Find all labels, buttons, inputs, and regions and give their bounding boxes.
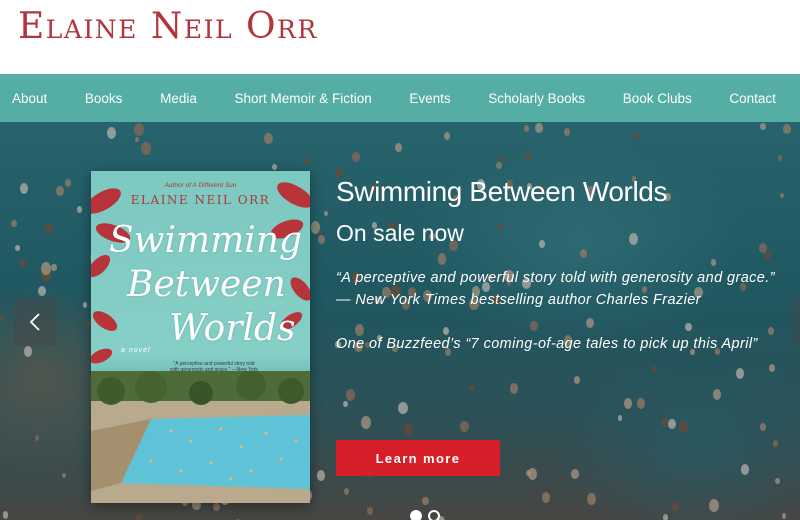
- carousel-dots: [410, 510, 440, 520]
- chevron-left-icon: [29, 313, 40, 331]
- carousel-dot-2[interactable]: [428, 510, 440, 520]
- nav-item-book-clubs[interactable]: Book Clubs: [623, 91, 692, 106]
- slide-quote: “A perceptive and powerful story told wi…: [336, 270, 775, 308]
- cover-title: Swimming Between Worlds: [109, 219, 303, 351]
- next-slide-button[interactable]: [793, 298, 800, 346]
- cover-title-line2: Between: [127, 264, 286, 305]
- book-cover[interactable]: Author of A Different Sun ELAINE NEIL OR…: [91, 171, 310, 503]
- main-nav: About Books Media Short Memoir & Fiction…: [0, 74, 800, 122]
- learn-more-label: Learn more: [375, 450, 461, 466]
- site-header: Elaine Neil Orr: [0, 0, 800, 74]
- cover-title-line3: Worlds: [169, 308, 296, 349]
- cover-novel-label: a novel: [121, 347, 151, 354]
- slide-subheading: On sale now: [336, 220, 464, 246]
- prev-slide-button[interactable]: [14, 298, 56, 346]
- slide-note: One of Buzzfeed’s “7 coming-of-age tales…: [336, 336, 758, 352]
- nav-item-short-memoir-fiction[interactable]: Short Memoir & Fiction: [234, 91, 371, 106]
- cover-pool-photo: [91, 371, 310, 503]
- nav-item-scholarly-books[interactable]: Scholarly Books: [488, 91, 585, 106]
- slide-content: Swimming Between Worlds On sale now “A p…: [336, 176, 776, 355]
- carousel-dot-1[interactable]: [410, 510, 422, 520]
- nav-item-media[interactable]: Media: [160, 91, 197, 106]
- nav-item-contact[interactable]: Contact: [729, 91, 776, 106]
- nav-item-books[interactable]: Books: [85, 91, 123, 106]
- site-title[interactable]: Elaine Neil Orr: [18, 6, 318, 47]
- cover-title-line1: Swimming: [109, 220, 303, 261]
- learn-more-button[interactable]: Learn more: [336, 440, 500, 476]
- nav-item-events[interactable]: Events: [409, 91, 450, 106]
- nav-item-about[interactable]: About: [12, 91, 47, 106]
- hero-slider: Author of A Different Sun ELAINE NEIL OR…: [0, 122, 800, 520]
- slide-heading: Swimming Between Worlds: [336, 176, 668, 207]
